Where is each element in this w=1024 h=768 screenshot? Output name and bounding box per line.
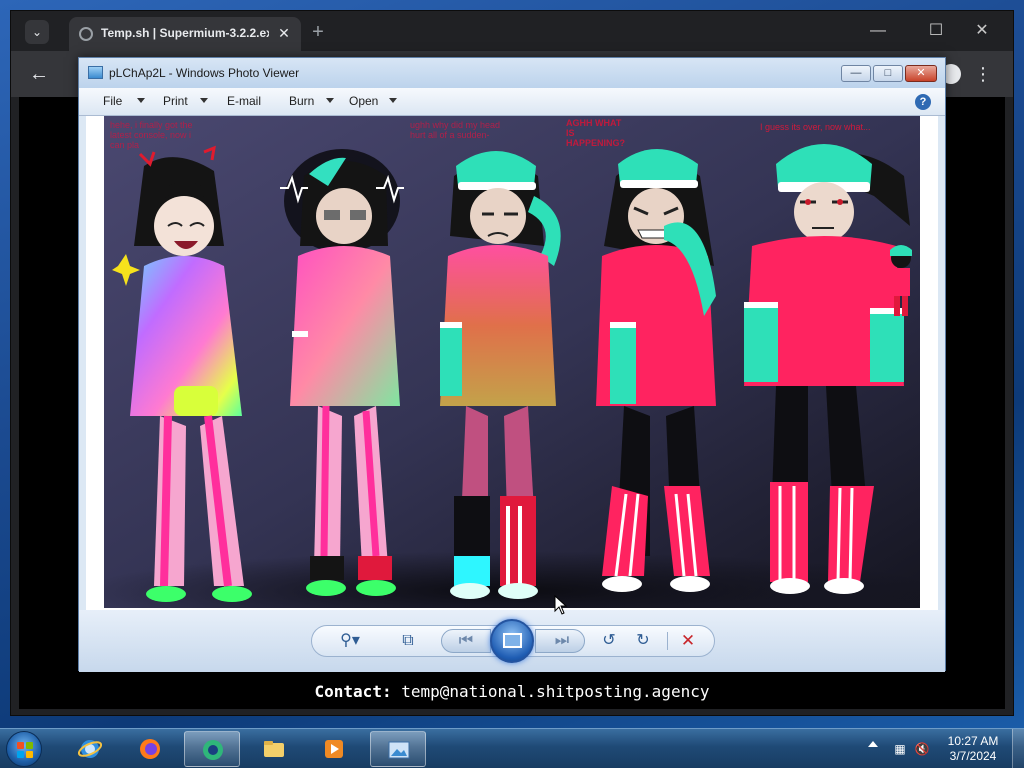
contact-email[interactable]: temp@national.shitposting.agency	[401, 682, 709, 701]
photo-viewer-app-icon	[88, 66, 103, 79]
tab-strip: ⌄ Temp.sh | Supermium-3.2.2.exe ✕ + — ☐ …	[11, 11, 1013, 51]
caption-2-line-2: hurt all of a sudden-	[410, 130, 490, 140]
photo-viewer-icon	[388, 741, 410, 759]
caption-3-line-1: AGHH WHAT	[566, 118, 622, 128]
next-button[interactable]: ⏭	[535, 629, 585, 653]
chevron-down-icon[interactable]	[200, 98, 208, 103]
taskbar-app-firefox[interactable]	[122, 731, 178, 767]
rotate-clockwise-icon[interactable]: ↻	[631, 629, 655, 653]
contact-line: Contact: temp@national.shitposting.agenc…	[19, 681, 1005, 703]
browser-tab[interactable]: Temp.sh | Supermium-3.2.2.exe ✕	[69, 17, 301, 51]
photo-viewer-window: pLChAp2L - Windows Photo Viewer — □ ✕ Fi…	[78, 57, 946, 672]
minimize-button[interactable]: —	[841, 65, 871, 82]
taskbar-app-file-explorer[interactable]	[246, 731, 302, 767]
maximize-button[interactable]: □	[873, 65, 903, 82]
slideshow-button[interactable]	[490, 619, 534, 663]
chevron-down-icon[interactable]	[389, 98, 397, 103]
menu-print[interactable]: Print	[163, 94, 188, 110]
chevron-down-icon[interactable]	[137, 98, 145, 103]
window-title: pLChAp2L - Windows Photo Viewer	[109, 66, 300, 80]
close-icon[interactable]: ✕	[959, 17, 1005, 45]
rotate-counterclockwise-icon[interactable]: ↺	[597, 629, 621, 653]
globe-icon	[79, 27, 93, 41]
supermium-icon	[203, 740, 223, 760]
caption-2-line-1: ughh why did my head	[410, 120, 500, 130]
show-desktop-button[interactable]	[1012, 729, 1024, 768]
firefox-icon	[140, 739, 160, 759]
image-canvas: hehe, i finally got the latest console, …	[86, 116, 938, 610]
chevron-down-icon[interactable]: ⌄	[25, 20, 49, 44]
caption-4: I guess its over, now what...	[760, 122, 871, 132]
close-button[interactable]: ✕	[905, 65, 937, 82]
taskbar: ▦ 🔇 10:27 AM 3/7/2024	[0, 728, 1024, 768]
taskbar-app-internet-explorer[interactable]	[62, 731, 118, 767]
photo-viewer-titlebar[interactable]: pLChAp2L - Windows Photo Viewer — □ ✕	[79, 58, 945, 88]
menu-open[interactable]: Open	[349, 94, 378, 110]
controls-separator	[667, 632, 668, 650]
volume-muted-icon[interactable]: 🔇	[914, 741, 930, 757]
photo-viewer-menubar: File Print E-mail Burn Open ?	[79, 88, 945, 116]
tab-title: Temp.sh | Supermium-3.2.2.exe	[101, 26, 269, 40]
file-explorer-icon	[264, 741, 284, 757]
media-player-icon	[325, 740, 343, 758]
minimize-icon[interactable]: —	[855, 17, 901, 45]
contact-label: Contact:	[314, 682, 392, 701]
start-button[interactable]	[6, 731, 42, 767]
previous-icon: ⏮	[458, 632, 474, 649]
menu-burn[interactable]: Burn	[289, 94, 314, 110]
plus-icon[interactable]: +	[307, 21, 329, 43]
displayed-image: hehe, i finally got the latest console, …	[104, 116, 920, 608]
network-icon[interactable]: ▦	[892, 741, 908, 757]
slideshow-icon	[503, 633, 522, 648]
next-icon: ⏭	[554, 632, 570, 649]
caption-3-line-3: HAPPENING?	[566, 138, 625, 148]
show-hidden-icons-icon[interactable]	[868, 741, 878, 747]
delete-icon[interactable]: ✕	[676, 629, 700, 653]
maximize-icon[interactable]: ☐	[913, 17, 959, 45]
caption-3-line-2: IS	[566, 128, 575, 138]
clock-time: 10:27 AM	[947, 734, 999, 748]
zoom-icon[interactable]: ⚲▾	[338, 629, 362, 653]
arrow-left-icon[interactable]: ←	[27, 62, 51, 86]
taskbar-app-media-player[interactable]	[306, 731, 362, 767]
menu-email[interactable]: E-mail	[227, 94, 261, 110]
previous-button[interactable]: ⏮	[441, 629, 491, 653]
taskbar-app-supermium[interactable]	[184, 731, 240, 767]
caption-1-line-3: can pla	[110, 140, 139, 150]
photo-viewer-controls: ⚲▾ ⧉ ⏮ ⏭ ↺ ↻ ✕	[79, 610, 945, 672]
kebab-menu-icon[interactable]: ⋮	[971, 62, 995, 86]
help-icon[interactable]: ?	[915, 94, 931, 110]
internet-explorer-icon	[78, 740, 102, 758]
chevron-down-icon[interactable]	[326, 98, 334, 103]
windows-logo-icon	[17, 742, 33, 758]
mouse-cursor-icon	[554, 595, 568, 615]
caption-1-line-2: latest console, now i	[110, 130, 191, 140]
taskbar-app-photo-viewer[interactable]	[370, 731, 426, 767]
caption-1-line-1: hehe, i finally got the	[110, 120, 193, 130]
close-icon[interactable]: ✕	[275, 24, 293, 42]
actual-size-icon[interactable]: ⧉	[396, 629, 420, 653]
clock-date: 3/7/2024	[949, 749, 997, 763]
system-clock[interactable]: 10:27 AM 3/7/2024	[940, 734, 1006, 764]
menu-file[interactable]: File	[103, 94, 122, 110]
